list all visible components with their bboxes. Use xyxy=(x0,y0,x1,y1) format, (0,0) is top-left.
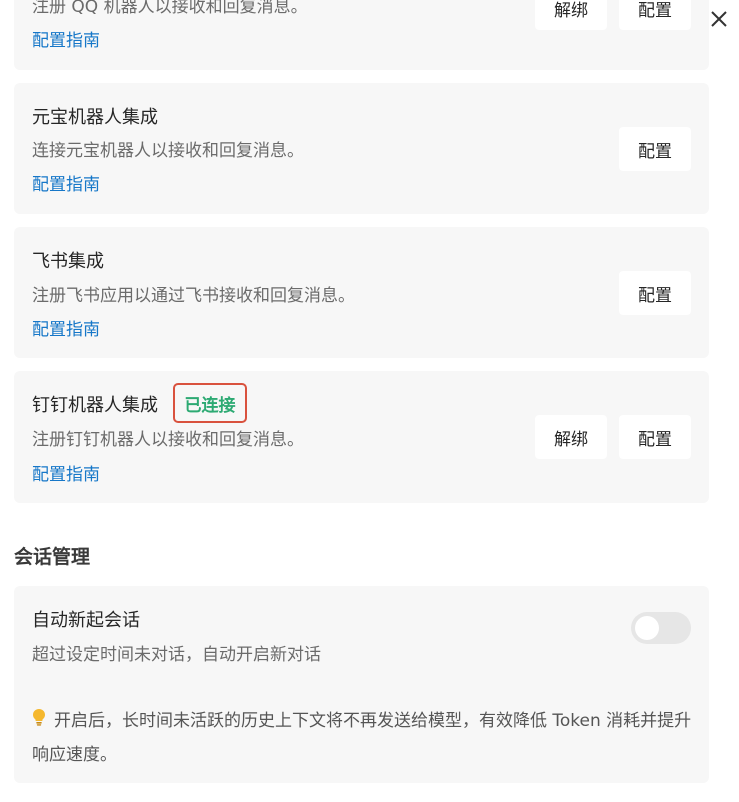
auto-new-session-title: 自动新起会话 xyxy=(32,610,140,631)
feishu-title: 飞书集成 xyxy=(32,251,104,272)
qq-config-button[interactable]: 配置 xyxy=(619,0,691,30)
dingtalk-integration-card: 钉钉机器人集成 注册钉钉机器人以接收和回复消息。 配置指南 解绑 配置 xyxy=(14,371,709,503)
auto-new-session-card: 自动新起会话 超过设定时间未对话，自动开启新对话 开启后，长时间未活跃的历史上下… xyxy=(14,586,709,783)
close-icon xyxy=(711,11,727,27)
connected-status-badge: 已连接 xyxy=(173,383,247,423)
dingtalk-title: 钉钉机器人集成 xyxy=(32,395,158,416)
dingtalk-config-button[interactable]: 配置 xyxy=(619,415,691,459)
yuanbao-description: 连接元宝机器人以接收和回复消息。 xyxy=(32,141,304,161)
dingtalk-unbind-button[interactable]: 解绑 xyxy=(535,415,607,459)
section-title-session-management: 会话管理 xyxy=(14,546,91,568)
yuanbao-title: 元宝机器人集成 xyxy=(32,107,158,128)
close-button[interactable] xyxy=(706,6,732,32)
dingtalk-guide-link[interactable]: 配置指南 xyxy=(32,460,100,485)
qq-description: 注册 QQ 机器人以接收和回复消息。 xyxy=(32,0,308,17)
lightbulb-icon xyxy=(32,704,54,738)
yuanbao-integration-card: 元宝机器人集成 连接元宝机器人以接收和回复消息。 配置指南 配置 xyxy=(14,83,709,214)
auto-new-session-description: 超过设定时间未对话，自动开启新对话 xyxy=(32,645,321,665)
auto-new-session-toggle[interactable] xyxy=(631,612,691,644)
yuanbao-config-button[interactable]: 配置 xyxy=(619,127,691,171)
qq-guide-link[interactable]: 配置指南 xyxy=(32,26,100,51)
feishu-integration-card: 飞书集成 注册飞书应用以通过飞书接收和回复消息。 配置指南 配置 xyxy=(14,227,709,358)
toggle-knob xyxy=(635,616,659,640)
feishu-config-button[interactable]: 配置 xyxy=(619,271,691,315)
feishu-guide-link[interactable]: 配置指南 xyxy=(32,315,100,340)
tip-text: 开启后，长时间未活跃的历史上下文将不再发送给模型，有效降低 Token 消耗并提… xyxy=(32,711,692,765)
qq-unbind-button[interactable]: 解绑 xyxy=(535,0,607,30)
auto-new-session-tip: 开启后，长时间未活跃的历史上下文将不再发送给模型，有效降低 Token 消耗并提… xyxy=(32,704,692,772)
dingtalk-description: 注册钉钉机器人以接收和回复消息。 xyxy=(32,430,304,450)
yuanbao-guide-link[interactable]: 配置指南 xyxy=(32,170,100,195)
feishu-description: 注册飞书应用以通过飞书接收和回复消息。 xyxy=(32,286,355,306)
qq-integration-card: 注册 QQ 机器人以接收和回复消息。 配置指南 解绑 配置 xyxy=(14,0,709,70)
